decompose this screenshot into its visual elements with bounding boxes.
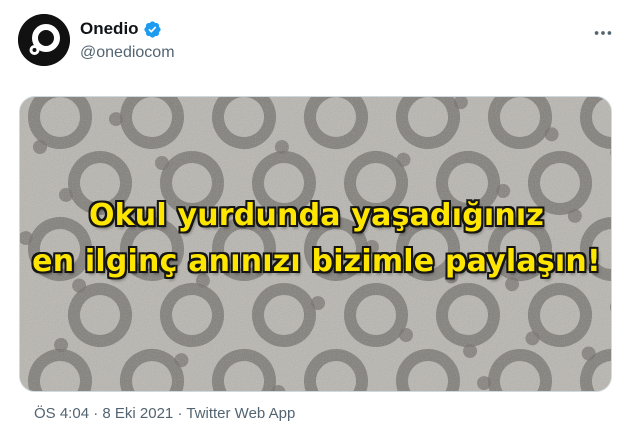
author-block: Onedio @onediocom xyxy=(80,18,175,62)
display-name[interactable]: Onedio xyxy=(80,19,139,39)
tweet-date[interactable]: 8 Eki 2021 xyxy=(102,405,173,422)
onedio-logo xyxy=(18,14,70,66)
tweet-header: Onedio @onediocom xyxy=(18,14,618,70)
verified-badge-icon xyxy=(143,20,162,39)
more-options-icon[interactable] xyxy=(592,22,614,44)
tweet-meta: ÖS 4:04 · 8 Eki 2021 · Twitter Web App xyxy=(34,405,295,422)
tweet-media-image[interactable]: Okul yurdunda yaşadığınız en ilginç anın… xyxy=(19,96,612,392)
headline-line-1: Okul yurdunda yaşadığınız xyxy=(88,198,545,233)
avatar[interactable] xyxy=(18,14,70,66)
meta-separator-1: · xyxy=(89,405,103,422)
meta-separator-2: · xyxy=(173,405,187,422)
tweet-time[interactable]: ÖS 4:04 xyxy=(34,405,89,422)
handle[interactable]: @onediocom xyxy=(80,44,175,62)
headline-line-2: en ilginç anınızı bizimle paylaşın! xyxy=(32,244,601,279)
media-headline: Okul yurdunda yaşadığınız en ilginç anın… xyxy=(20,193,611,285)
tweet-source[interactable]: Twitter Web App xyxy=(186,405,295,422)
